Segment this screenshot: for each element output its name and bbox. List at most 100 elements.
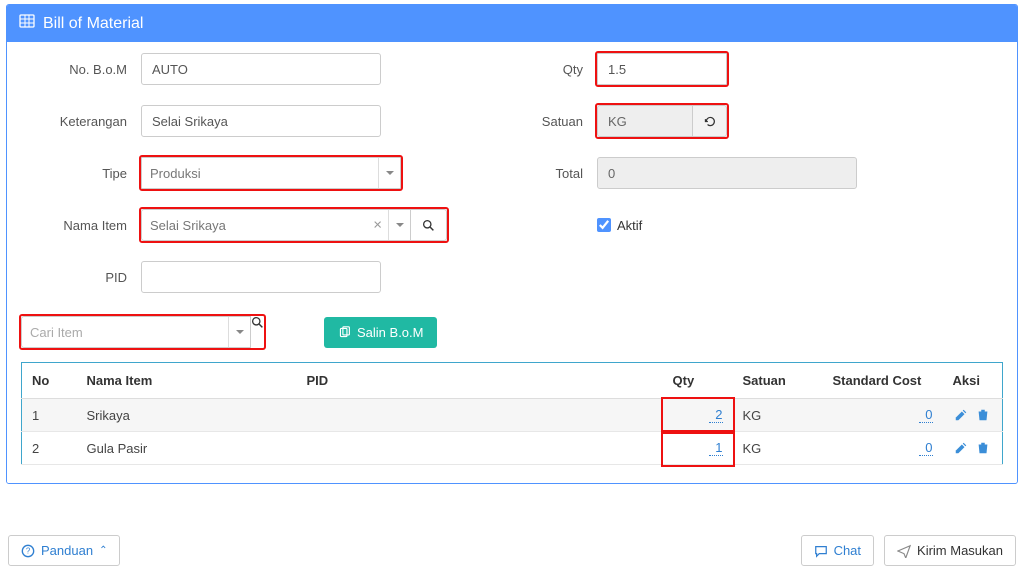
- label-total: Total: [527, 166, 597, 181]
- label-aktif: Aktif: [617, 218, 642, 233]
- send-icon: [897, 544, 911, 558]
- trash-icon[interactable]: [976, 408, 990, 422]
- label-pid: PID: [21, 270, 141, 285]
- help-icon: ?: [21, 544, 35, 558]
- cari-item-select[interactable]: Cari Item: [21, 316, 251, 348]
- cari-item-combo: Cari Item: [21, 316, 264, 348]
- row-below-form: Cari Item Salin B.o.M: [21, 316, 1003, 348]
- chevron-down-icon[interactable]: [388, 210, 410, 240]
- panel-body: No. B.o.M Keterangan Tipe Produksi Nama …: [7, 42, 1017, 483]
- qty-input[interactable]: [597, 53, 727, 85]
- cell-satuan: KG: [733, 399, 823, 432]
- qty-link[interactable]: 1: [709, 440, 723, 456]
- cell-no: 2: [22, 432, 77, 465]
- cost-link[interactable]: 0: [919, 440, 933, 456]
- kirim-label: Kirim Masukan: [917, 543, 1003, 558]
- th-satuan: Satuan: [733, 363, 823, 399]
- cell-cost: 0: [823, 432, 943, 465]
- label-nama-item: Nama Item: [21, 218, 141, 233]
- form-col-left: No. B.o.M Keterangan Tipe Produksi Nama …: [21, 52, 497, 312]
- cell-nama: Gula Pasir: [77, 432, 297, 465]
- footer-bar: ? Panduan ⌃ Chat Kirim Masukan: [0, 535, 1024, 566]
- salin-bom-button[interactable]: Salin B.o.M: [324, 317, 437, 348]
- th-nama: Nama Item: [77, 363, 297, 399]
- keterangan-input[interactable]: [141, 105, 381, 137]
- cell-cost: 0: [823, 399, 943, 432]
- nama-item-select[interactable]: Selai Srikaya ×: [141, 209, 411, 241]
- nama-item-search-button[interactable]: [411, 209, 447, 241]
- cell-qty: 2: [663, 399, 733, 432]
- chat-button[interactable]: Chat: [801, 535, 874, 566]
- cell-pid: [297, 399, 663, 432]
- label-qty: Qty: [527, 62, 597, 77]
- copy-icon: [338, 326, 351, 339]
- undo-icon: [703, 115, 716, 128]
- form-col-right: Qty Satuan Total: [527, 52, 1003, 312]
- cell-qty: 1: [663, 432, 733, 465]
- salin-bom-label: Salin B.o.M: [357, 325, 423, 340]
- chat-label: Chat: [834, 543, 861, 558]
- svg-text:?: ?: [26, 546, 31, 555]
- bom-table: No Nama Item PID Qty Satuan Standard Cos…: [21, 362, 1003, 465]
- table-row: 1 Srikaya 2 KG 0: [22, 399, 1003, 432]
- row-satuan: Satuan: [527, 104, 1003, 138]
- nama-item-combo: Selai Srikaya ×: [141, 209, 447, 241]
- panduan-label: Panduan: [41, 543, 93, 558]
- cari-item-placeholder: Cari Item: [30, 325, 83, 340]
- panduan-button[interactable]: ? Panduan ⌃: [8, 535, 120, 566]
- row-keterangan: Keterangan: [21, 104, 497, 138]
- tipe-value: Produksi: [150, 166, 201, 181]
- label-no-bom: No. B.o.M: [21, 62, 141, 77]
- chevron-up-icon: ⌃: [99, 545, 107, 556]
- row-total: Total: [527, 156, 1003, 190]
- tipe-select[interactable]: Produksi: [141, 157, 401, 189]
- pid-input[interactable]: [141, 261, 381, 293]
- no-bom-input[interactable]: [141, 53, 381, 85]
- qty-link[interactable]: 2: [709, 407, 723, 423]
- panel-heading: Bill of Material: [7, 5, 1017, 42]
- aktif-checkbox-wrap[interactable]: Aktif: [597, 218, 642, 233]
- spreadsheet-icon: [19, 13, 35, 34]
- label-satuan: Satuan: [527, 114, 597, 129]
- aktif-checkbox[interactable]: [597, 218, 611, 232]
- cari-item-search-button[interactable]: [251, 316, 264, 348]
- table-row: 2 Gula Pasir 1 KG 0: [22, 432, 1003, 465]
- th-aksi: Aksi: [943, 363, 1003, 399]
- edit-icon[interactable]: [954, 408, 968, 422]
- th-no: No: [22, 363, 77, 399]
- row-aktif: Aktif: [527, 208, 1003, 242]
- cell-nama: Srikaya: [77, 399, 297, 432]
- edit-icon[interactable]: [954, 441, 968, 455]
- chevron-down-icon[interactable]: [228, 317, 250, 347]
- bom-panel: Bill of Material No. B.o.M Keterangan Ti…: [6, 4, 1018, 484]
- row-tipe: Tipe Produksi: [21, 156, 497, 190]
- bom-table-head: No Nama Item PID Qty Satuan Standard Cos…: [22, 363, 1003, 399]
- row-no-bom: No. B.o.M: [21, 52, 497, 86]
- nama-item-value: Selai Srikaya: [150, 218, 226, 233]
- cell-pid: [297, 432, 663, 465]
- label-keterangan: Keterangan: [21, 114, 141, 129]
- chevron-down-icon[interactable]: [378, 158, 400, 188]
- cost-link[interactable]: 0: [919, 407, 933, 423]
- panel-title: Bill of Material: [43, 15, 143, 33]
- search-icon: [422, 219, 435, 232]
- cell-no: 1: [22, 399, 77, 432]
- form-area: No. B.o.M Keterangan Tipe Produksi Nama …: [21, 52, 1003, 312]
- label-tipe: Tipe: [21, 166, 141, 181]
- kirim-masukan-button[interactable]: Kirim Masukan: [884, 535, 1016, 566]
- chat-icon: [814, 544, 828, 558]
- clear-icon[interactable]: ×: [373, 217, 382, 234]
- th-cost: Standard Cost: [823, 363, 943, 399]
- satuan-input: [597, 105, 693, 137]
- th-qty: Qty: [663, 363, 733, 399]
- row-pid: PID: [21, 260, 497, 294]
- trash-icon[interactable]: [976, 441, 990, 455]
- th-pid: PID: [297, 363, 663, 399]
- cell-aksi: [943, 399, 1003, 432]
- cell-satuan: KG: [733, 432, 823, 465]
- satuan-undo-button[interactable]: [693, 105, 727, 137]
- total-input: [597, 157, 857, 189]
- cell-aksi: [943, 432, 1003, 465]
- row-qty: Qty: [527, 52, 1003, 86]
- footer-right: Chat Kirim Masukan: [801, 535, 1016, 566]
